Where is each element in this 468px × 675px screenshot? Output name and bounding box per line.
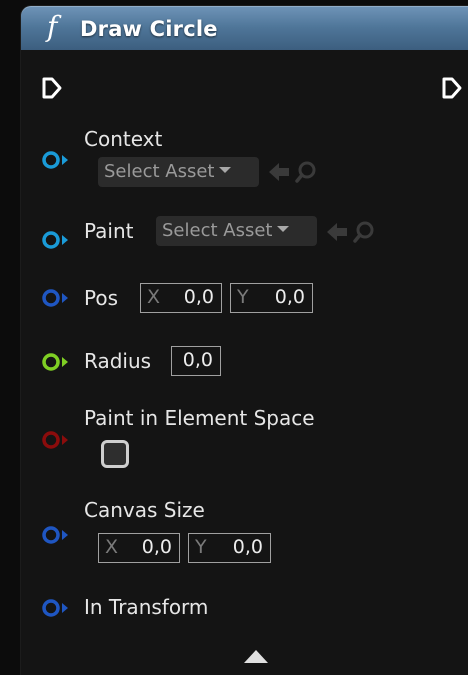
radius-label: Radius <box>84 349 152 373</box>
node-header[interactable]: f Draw Circle <box>21 6 468 50</box>
paint-in-element-space-label: Paint in Element Space <box>84 406 315 430</box>
pos-pin-icon[interactable] <box>41 287 71 309</box>
paint-in-element-space-pin-icon[interactable] <box>41 429 71 451</box>
pos-x-value: 0,0 <box>183 286 214 308</box>
chevron-down-icon <box>277 226 290 232</box>
search-icon[interactable] <box>353 221 374 243</box>
in-transform-label: In Transform <box>84 595 209 619</box>
paint-label: Paint <box>84 219 134 243</box>
canvas-size-pin-icon[interactable] <box>41 524 71 546</box>
paint-dropdown-label: Select Asset <box>162 220 273 241</box>
y-axis-label: Y <box>237 286 249 308</box>
node-title: Draw Circle <box>80 17 218 41</box>
triangle-up-icon[interactable] <box>244 650 268 663</box>
arrow-left-icon[interactable] <box>327 223 347 241</box>
context-label: Context <box>84 127 163 151</box>
pos-y-value: 0,0 <box>274 286 305 308</box>
in-transform-pin-icon[interactable] <box>41 597 71 619</box>
chevron-down-icon <box>219 167 232 173</box>
canvas-size-x-input[interactable]: X 0,0 <box>98 533 180 563</box>
blueprint-graph-canvas: f Draw Circle Context Select Asset Paint… <box>0 0 468 675</box>
paint-asset-dropdown[interactable]: Select Asset <box>156 216 317 246</box>
y-axis-label: Y <box>195 536 207 558</box>
draw-circle-node[interactable]: f Draw Circle Context Select Asset Paint… <box>21 6 468 675</box>
paint-in-element-space-checkbox[interactable] <box>101 440 129 468</box>
canvas-size-label: Canvas Size <box>84 498 205 522</box>
pos-label: Pos <box>84 286 119 310</box>
radius-pin-icon[interactable] <box>41 351 71 373</box>
context-dropdown-label: Select Asset <box>104 161 215 182</box>
radius-value: 0,0 <box>182 349 213 371</box>
paint-pin-icon[interactable] <box>41 229 71 251</box>
function-icon: f <box>47 10 58 43</box>
context-asset-dropdown[interactable]: Select Asset <box>98 157 259 187</box>
context-asset-tools <box>269 161 316 183</box>
pos-x-input[interactable]: X 0,0 <box>140 283 222 313</box>
exec-in-pin-icon[interactable] <box>41 77 63 99</box>
radius-input[interactable]: 0,0 <box>171 346 221 376</box>
canvas-size-y-value: 0,0 <box>232 536 263 558</box>
canvas-size-y-input[interactable]: Y 0,0 <box>188 533 271 563</box>
context-pin-icon[interactable] <box>41 149 71 171</box>
x-axis-label: X <box>105 536 119 558</box>
arrow-left-icon[interactable] <box>269 163 289 181</box>
exec-out-pin-icon[interactable] <box>441 77 463 99</box>
paint-asset-tools <box>327 221 374 243</box>
x-axis-label: X <box>147 286 161 308</box>
pos-y-input[interactable]: Y 0,0 <box>230 283 313 313</box>
search-icon[interactable] <box>295 161 316 183</box>
canvas-size-x-value: 0,0 <box>141 536 172 558</box>
